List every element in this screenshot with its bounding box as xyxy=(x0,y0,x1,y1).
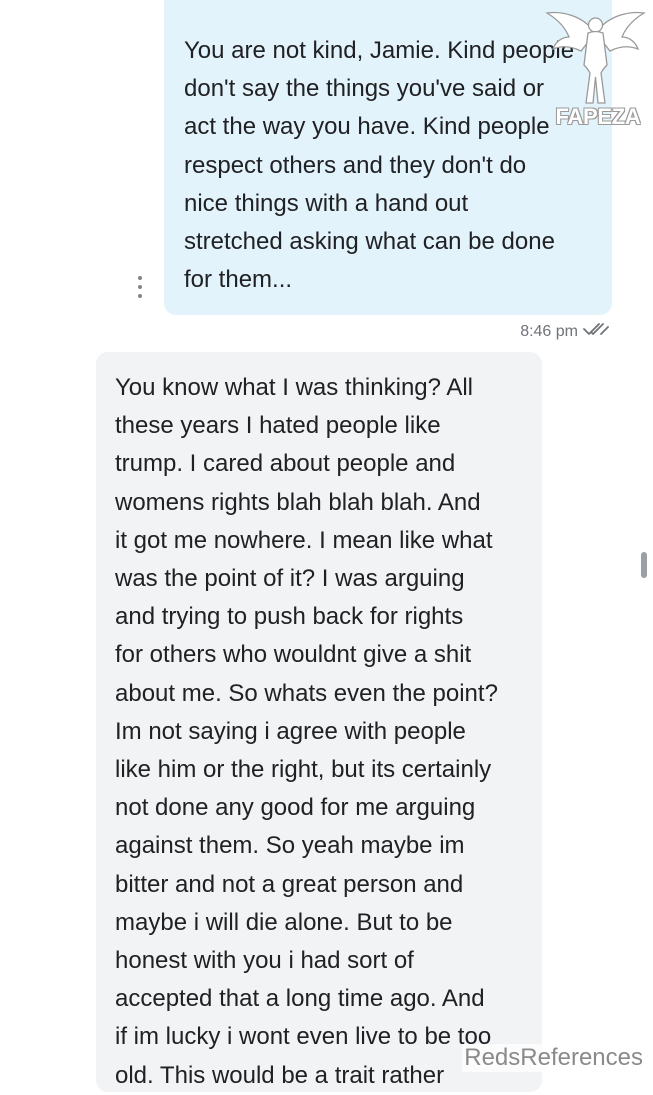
more-options-dot xyxy=(138,294,142,298)
incoming-message-bubble[interactable]: You know what I was thinking? All these … xyxy=(96,352,542,1092)
watermark-top-right: FAPEZA xyxy=(555,104,641,129)
scrollbar-thumb[interactable] xyxy=(641,552,647,578)
double-check-icon xyxy=(583,322,609,341)
message-meta: 8:46 pm xyxy=(520,322,609,341)
message-timestamp: 8:46 pm xyxy=(520,322,578,340)
watermark-bottom-right: RedsReferences xyxy=(462,1044,645,1072)
more-options-dot xyxy=(138,276,142,280)
more-options-dot xyxy=(138,285,142,289)
more-options-icon[interactable] xyxy=(133,276,147,298)
